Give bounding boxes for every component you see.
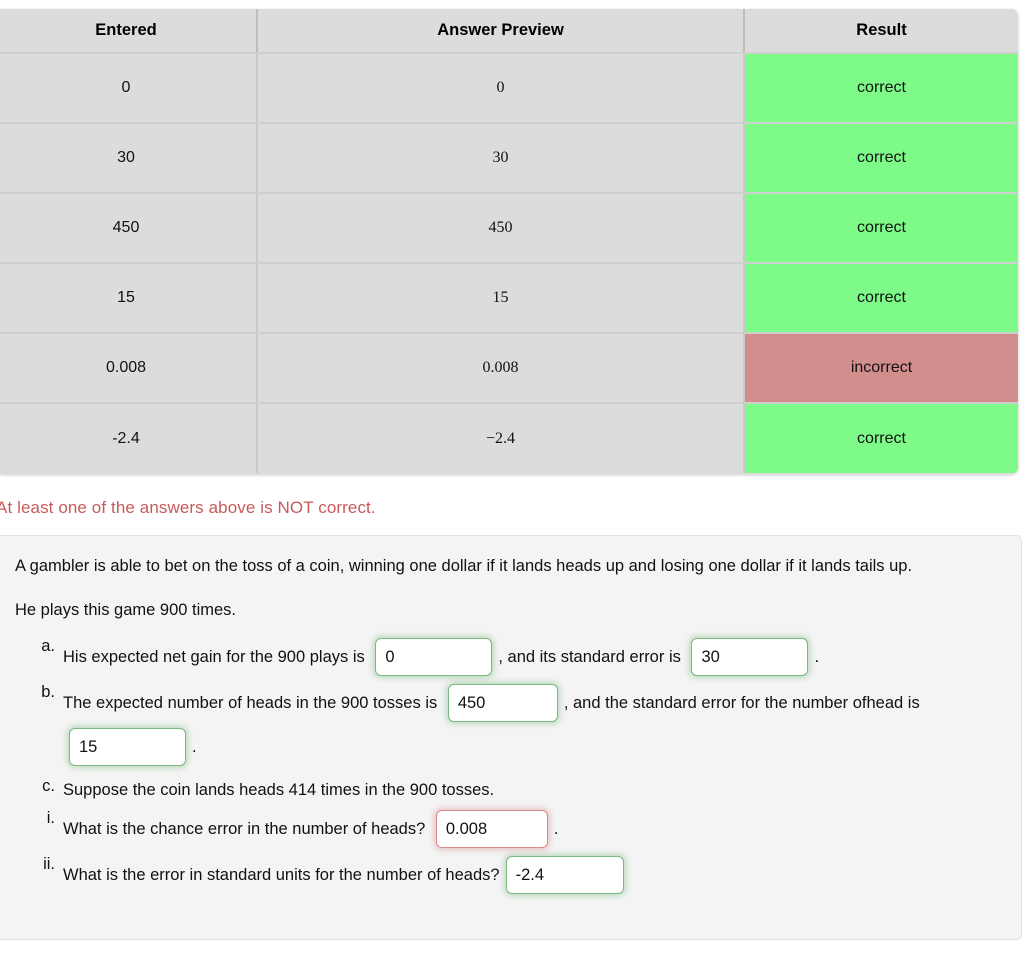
- answer-input-chance-error[interactable]: [435, 810, 548, 849]
- part-b-line: The expected number of heads in the 900 …: [63, 681, 1001, 769]
- part-marker-a: a.: [41, 637, 55, 656]
- answer-input-expected-net-gain[interactable]: [375, 638, 493, 677]
- problem-paragraph-2: He plays this game 900 times.: [15, 600, 237, 619]
- part-marker-ii: ii.: [43, 855, 55, 874]
- part-i-text-2: .: [553, 819, 559, 838]
- table-row: 15 15 correct: [0, 263, 1018, 334]
- list-item: i. What is the chance error in the numbe…: [15, 807, 1001, 851]
- table-row: 450 450 correct: [0, 193, 1018, 264]
- answer-input-error-standard-units[interactable]: [505, 856, 624, 895]
- cell-result: correct: [744, 123, 1018, 194]
- answer-results-table: Entered Answer Preview Result 0 0 correc…: [0, 9, 1018, 474]
- column-header-result: Result: [744, 9, 1018, 54]
- cell-entered: -2.4: [0, 403, 258, 473]
- cell-answer-preview: 15: [257, 263, 745, 334]
- part-c-text-1: Suppose the coin lands heads 414 times i…: [63, 780, 495, 799]
- problem-paragraph-1: A gambler is able to bet on the toss of …: [15, 557, 913, 575]
- part-i-text-1: What is the chance error in the number o…: [63, 819, 430, 838]
- part-ii-text-1: What is the error in standard units for …: [63, 865, 500, 884]
- cell-result: incorrect: [744, 333, 1018, 404]
- cell-entered: 30: [0, 123, 258, 194]
- part-a-text-1: His expected net gain for the 900 plays …: [63, 647, 370, 666]
- table-row: 0 0 correct: [0, 53, 1018, 124]
- cell-result: correct: [744, 53, 1018, 124]
- list-item: ii. What is the error in standard units …: [15, 853, 1001, 897]
- answer-input-standard-error-gain[interactable]: [691, 638, 809, 677]
- table-body: 0 0 correct 30 30 correct 450 450 correc…: [0, 53, 1018, 473]
- answer-input-standard-error-heads[interactable]: [69, 728, 186, 767]
- table-header-row: Entered Answer Preview Result: [0, 9, 1018, 54]
- list-item: b. The expected number of heads in the 9…: [15, 681, 1001, 769]
- cell-result: correct: [744, 193, 1018, 264]
- problem-panel: A gambler is able to bet on the toss of …: [0, 535, 1022, 940]
- part-ii-line: What is the error in standard units for …: [63, 853, 1001, 897]
- part-marker-i: i.: [46, 809, 55, 828]
- column-header-entered: Entered: [0, 9, 258, 54]
- cell-entered: 15: [0, 263, 258, 334]
- part-i-line: What is the chance error in the number o…: [63, 807, 1001, 851]
- cell-answer-preview: 0.008: [257, 333, 745, 404]
- cell-answer-preview: −2.4: [257, 403, 745, 473]
- part-b-text-1: The expected number of heads in the 900 …: [63, 693, 442, 712]
- error-message: At least one of the answers above is NOT…: [0, 498, 376, 517]
- part-c-line: Suppose the coin lands heads 414 times i…: [63, 775, 1001, 805]
- table-row: -2.4 −2.4 correct: [0, 403, 1018, 473]
- table-header: Entered Answer Preview Result: [0, 9, 1018, 54]
- cell-entered: 0.008: [0, 333, 258, 404]
- answer-input-expected-heads[interactable]: [447, 684, 558, 723]
- cell-answer-preview: 30: [257, 123, 745, 194]
- part-b-text-4: .: [192, 737, 197, 756]
- cell-answer-preview: 450: [257, 193, 745, 264]
- part-b-text-3: head is: [866, 693, 925, 712]
- part-a-line: His expected net gain for the 900 plays …: [63, 635, 1001, 679]
- list-item: a. His expected net gain for the 900 pla…: [15, 635, 1001, 679]
- part-marker-c: c.: [42, 777, 55, 796]
- cell-entered: 0: [0, 53, 258, 124]
- part-a-text-2: , and its standard error is: [498, 647, 686, 666]
- table-row: 0.008 0.008 incorrect: [0, 333, 1018, 404]
- list-item: c. Suppose the coin lands heads 414 time…: [15, 775, 1001, 805]
- cell-answer-preview: 0: [257, 53, 745, 124]
- part-a-text-3: .: [814, 647, 820, 666]
- part-marker-b: b.: [41, 683, 55, 702]
- column-header-answer-preview: Answer Preview: [257, 9, 745, 54]
- cell-entered: 450: [0, 193, 258, 264]
- table-row: 30 30 correct: [0, 123, 1018, 194]
- cell-result: correct: [744, 263, 1018, 334]
- results-table: Entered Answer Preview Result 0 0 correc…: [0, 9, 1018, 473]
- problem-parts-list: a. His expected net gain for the 900 pla…: [15, 635, 1001, 897]
- cell-result: correct: [744, 403, 1018, 473]
- page-root: Entered Answer Preview Result 0 0 correc…: [0, 0, 1024, 961]
- part-b-text-2: , and the standard error for the number …: [563, 693, 867, 712]
